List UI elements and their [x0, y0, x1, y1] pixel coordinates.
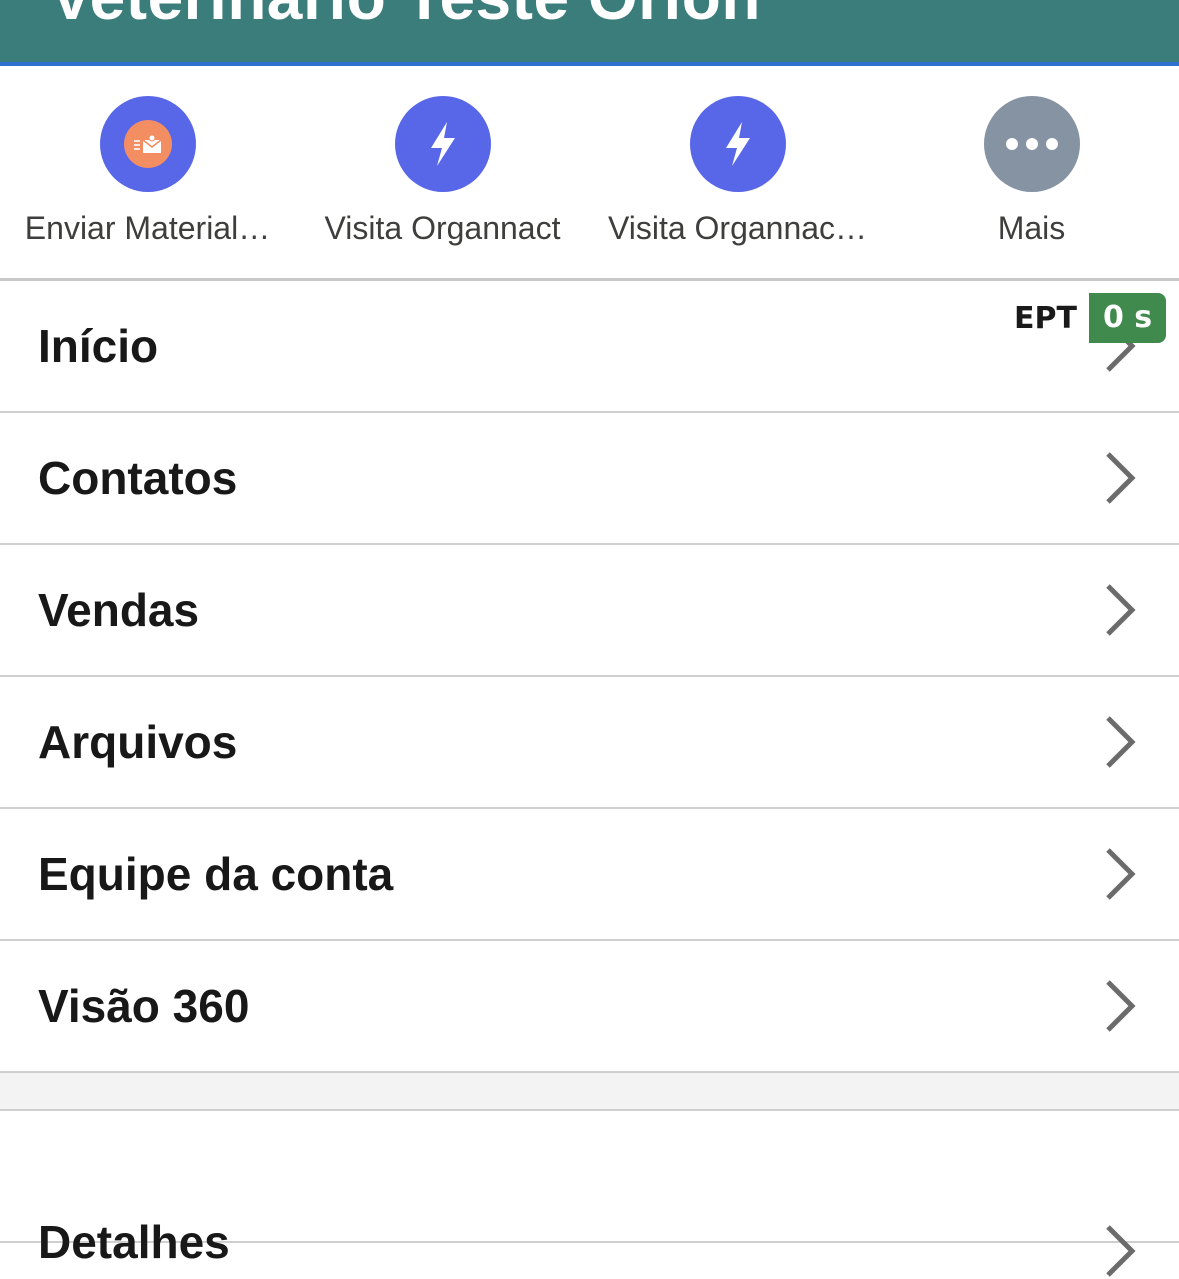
- lightning-icon: [689, 96, 786, 192]
- action-bar: Enviar Material… Visita Organnact Visita…: [0, 66, 1179, 281]
- action-label: Mais: [997, 210, 1066, 246]
- menu-item-label: Vendas: [38, 584, 200, 636]
- menu-item-detalhes[interactable]: Detalhes: [0, 1111, 1179, 1277]
- menu-item-label: Detalhes: [38, 1216, 230, 1268]
- menu-item-visao-360[interactable]: Visão 360: [0, 941, 1179, 1073]
- action-label: Enviar Material…: [24, 210, 271, 246]
- record-title: Veterinário Teste Orion: [50, 0, 761, 34]
- more-icon: [983, 96, 1080, 192]
- related-list-menu: Início Contatos Vendas Arquivos Equipe d…: [0, 281, 1179, 1277]
- chevron-right-icon: [1106, 980, 1136, 1032]
- section-divider: [0, 1073, 1179, 1111]
- menu-item-equipe-da-conta[interactable]: Equipe da conta: [0, 809, 1179, 941]
- menu-item-label: Arquivos: [38, 716, 238, 768]
- send-material-icon: [99, 96, 196, 192]
- ept-badge: EPT 0 s: [1012, 293, 1167, 343]
- menu-item-label: Contatos: [38, 452, 238, 504]
- lightning-icon: [394, 96, 491, 192]
- menu-item-contatos[interactable]: Contatos: [0, 413, 1179, 545]
- action-visita-organnact[interactable]: Visita Organnact: [295, 96, 590, 247]
- menu-item-vendas[interactable]: Vendas: [0, 545, 1179, 677]
- menu-item-label: Visão 360: [38, 980, 250, 1032]
- menu-item-inicio[interactable]: Início: [0, 281, 1179, 413]
- action-send-material[interactable]: Enviar Material…: [0, 96, 295, 247]
- action-label: Visita Organnact: [324, 210, 561, 246]
- record-header: Veterinário Teste Orion: [0, 0, 1179, 66]
- action-visita-organnact-2[interactable]: Visita Organnac…: [590, 96, 885, 247]
- chevron-right-icon: [1106, 848, 1136, 900]
- menu-item-arquivos[interactable]: Arquivos: [0, 677, 1179, 809]
- action-more[interactable]: Mais: [884, 96, 1179, 247]
- action-label: Visita Organnac…: [607, 210, 868, 246]
- menu-item-label: Equipe da conta: [38, 848, 394, 900]
- ept-value: 0 s: [1088, 293, 1167, 343]
- chevron-right-icon: [1106, 452, 1136, 504]
- chevron-right-icon: [1106, 1225, 1136, 1277]
- ept-label: EPT: [1012, 300, 1089, 336]
- chevron-right-icon: [1106, 584, 1136, 636]
- menu-item-label: Início: [38, 320, 159, 372]
- chevron-right-icon: [1106, 716, 1136, 768]
